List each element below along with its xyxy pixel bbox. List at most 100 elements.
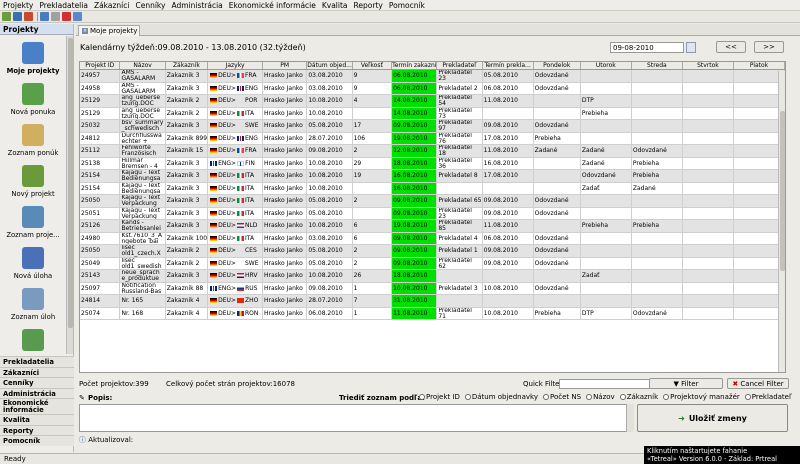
table-row[interactable]: 25050 Kajagu - Text Verpackung Zakaznik 3D… <box>80 195 785 208</box>
table-row[interactable]: 25032 bsv_summary _schwedisch Zakaznik 3 DE… <box>80 120 785 133</box>
table-row[interactable]: 25049 lisec old1_swedish Zakaznik 2 DEU> SWE… <box>80 257 785 270</box>
table-cell: 4 <box>353 95 393 107</box>
save-changes-button[interactable]: ➜ Uložiť zmeny <box>637 404 788 432</box>
next-week-button[interactable]: >> <box>754 41 784 53</box>
radio-button[interactable] <box>464 394 471 400</box>
sort-option-5[interactable]: Projektový manažér <box>663 393 740 401</box>
add-icon[interactable] <box>2 12 11 21</box>
quick-filter-input[interactable] <box>559 379 651 389</box>
exit-icon[interactable] <box>62 12 71 21</box>
sidebar-category[interactable]: Ekonomické informácie <box>0 398 74 414</box>
menu-item-ekonomické informácie[interactable]: Ekonomické informácie <box>226 0 319 11</box>
description-scrollbar[interactable] <box>626 404 634 432</box>
column-header[interactable]: Veľkosť <box>353 62 393 69</box>
table-row[interactable]: 25154 Kajagu - Text Bedienungsa Zakaznik 3… <box>80 182 785 195</box>
radio-button[interactable] <box>619 394 626 400</box>
radio-button[interactable] <box>543 394 549 400</box>
sidebar-category[interactable]: Pomocník <box>0 435 74 446</box>
table-row[interactable]: 25154 Kajagu - Text Bedienungsa Zakaznik 3… <box>80 170 785 183</box>
table-row[interactable]: 25051 Kajagu - Text Verpackung Zakaznik 3D… <box>80 207 785 220</box>
filter-button[interactable]: ▼ Filter <box>649 378 723 389</box>
table-row[interactable]: 25138 Hillmar Bremsen - 4 Zakaznik 3 ENG> FI… <box>80 157 785 170</box>
sidebar-category[interactable]: Reporty <box>0 424 74 435</box>
sort-option-0[interactable]: Projekt ID <box>419 393 460 401</box>
table-row[interactable]: 24958 AMS - GASALARM Zakaznik 3 DEU> ENG Hras… <box>80 82 785 95</box>
table-scroll-thumb[interactable] <box>780 111 785 271</box>
calendar-icon[interactable] <box>686 42 696 53</box>
sidebar-scroll-thumb[interactable] <box>68 38 73 328</box>
radio-button[interactable] <box>663 394 670 400</box>
sidebar-scrollbar[interactable] <box>66 36 73 354</box>
sidebar-item-7[interactable]: Nový dopyt <box>0 323 66 354</box>
column-header[interactable]: Názov <box>120 62 166 69</box>
sidebar-item-2[interactable]: Zoznam ponúk <box>0 118 66 159</box>
column-header[interactable]: Jazyky <box>208 62 263 69</box>
cancel-filter-button[interactable]: ✖ Cancel Filter <box>727 378 789 389</box>
column-header[interactable]: Prekladateľ <box>437 62 483 69</box>
table-row[interactable]: 25097 Notification Russland-Bas Zakaznik 8… <box>80 282 785 295</box>
sort-option-4[interactable]: Zákazník <box>619 393 658 401</box>
column-header[interactable]: Dátum objed... <box>307 62 353 69</box>
sidebar-item-1[interactable]: Nová ponuka <box>0 77 66 118</box>
table-row[interactable]: 24812 Durchflusswa echter + Zakaznik 899 DE… <box>80 132 785 145</box>
tab-moje-projekty[interactable]: × Moje projekty <box>78 25 140 36</box>
column-header[interactable]: Streda <box>632 62 683 69</box>
menu-item-projekty[interactable]: Projekty <box>0 0 36 11</box>
menu-item-kvalita[interactable]: Kvalita <box>319 0 351 11</box>
sidebar-item-6[interactable]: Zoznam úloh <box>0 282 66 323</box>
sidebar-category[interactable]: Cenníky <box>0 377 74 388</box>
sidebar-category[interactable]: Prekladatelia <box>0 356 74 367</box>
menu-item-reporty[interactable]: Reporty <box>351 0 386 11</box>
column-header[interactable]: PM <box>263 62 308 69</box>
table-cell: Zadané <box>632 182 683 194</box>
radio-button[interactable] <box>744 394 751 400</box>
sidebar-item-4[interactable]: Zoznam proje... <box>0 200 66 241</box>
radio-button[interactable] <box>586 394 593 400</box>
sidebar-item-5[interactable]: Nová úloha <box>0 241 66 282</box>
sidebar-item-3[interactable]: Nový projekt <box>0 159 66 200</box>
close-icon[interactable]: × <box>82 28 88 34</box>
table-scrollbar[interactable] <box>778 71 785 372</box>
save-icon[interactable] <box>13 12 22 21</box>
sort-option-1[interactable]: Dátum objednavky <box>464 393 538 401</box>
column-header[interactable]: Projekt ID <box>80 62 121 69</box>
menu-item-zákazníci[interactable]: Zákazníci <box>91 0 133 11</box>
table-row[interactable]: 25129 ang_ueberse tzung.DOC Zakaznik 2 DEU>… <box>80 95 785 108</box>
table-row[interactable]: 25126 Kands - Betriebsanlei Zakaznik 3 DEU>… <box>80 220 785 233</box>
column-header[interactable]: Zákazník <box>166 62 209 69</box>
column-header[interactable]: Pondelok <box>534 62 581 69</box>
table-row[interactable]: 25074 Nr. 168 Zakaznik 4 DEU> RON Hrasko Jank… <box>80 307 785 320</box>
sort-option-6[interactable]: Prekladateľ <box>744 393 792 401</box>
menu-item-prekladatelia[interactable]: Prekladatelia <box>36 0 91 11</box>
column-header[interactable]: Štvrtok <box>683 62 734 69</box>
table-row[interactable]: 25050 lisec old1_czech.X Zakaznik 2 DEU> CES… <box>80 245 785 258</box>
table-row[interactable]: 24980 Kst.7610_3_A ngebote_bai Zakaznik 10… <box>80 232 785 245</box>
menu-item-cenníky[interactable]: Cenníky <box>132 0 168 11</box>
menu-item-pomocník[interactable]: Pomocník <box>386 0 428 11</box>
delete-icon[interactable] <box>24 12 33 21</box>
column-header[interactable]: Termín zakazník <box>392 62 438 69</box>
radio-button[interactable] <box>419 394 425 400</box>
description-textarea[interactable] <box>79 404 634 432</box>
table-cell: Zakaznik 2 <box>166 245 209 257</box>
menu-item-administrácia[interactable]: Administrácia <box>168 0 225 11</box>
column-header[interactable]: Piatok <box>734 62 785 69</box>
sidebar-item-0[interactable]: Moje projekty <box>0 36 66 77</box>
info-icon[interactable] <box>73 12 82 21</box>
sort-option-3[interactable]: Názov <box>586 393 615 401</box>
table-row[interactable]: 25143 neue_sprach e_produktue Zakaznik 3 DE… <box>80 270 785 283</box>
sidebar-category[interactable]: Kvalita <box>0 414 74 425</box>
table-row[interactable]: 25129 ang_ueberse tzung.DOC Zakaznik 2 DEU>… <box>80 107 785 120</box>
sidebar-category[interactable]: Administrácia <box>0 387 74 398</box>
column-header[interactable]: Termín prekla... <box>483 62 534 69</box>
table-row[interactable]: 25112 Fehlworte Französisch Zakaznik 15 DEU… <box>80 145 785 158</box>
filter-icon[interactable] <box>51 12 60 21</box>
prev-week-button[interactable]: << <box>716 41 746 53</box>
table-row[interactable]: 24957 AMS - GASALARM Zakaznik 3 DEU> FRA Hras… <box>80 70 785 83</box>
refresh-icon[interactable] <box>40 12 49 21</box>
table-row[interactable]: 24814 Nr. 165 Zakaznik 4 DEU> ZHO Hrasko Jank… <box>80 295 785 308</box>
sort-option-2[interactable]: Počet NS <box>543 393 581 401</box>
sidebar-category[interactable]: Zákazníci <box>0 366 74 377</box>
column-header[interactable]: Utorok <box>581 62 632 69</box>
date-input[interactable]: 09-08-2010 <box>610 42 684 53</box>
